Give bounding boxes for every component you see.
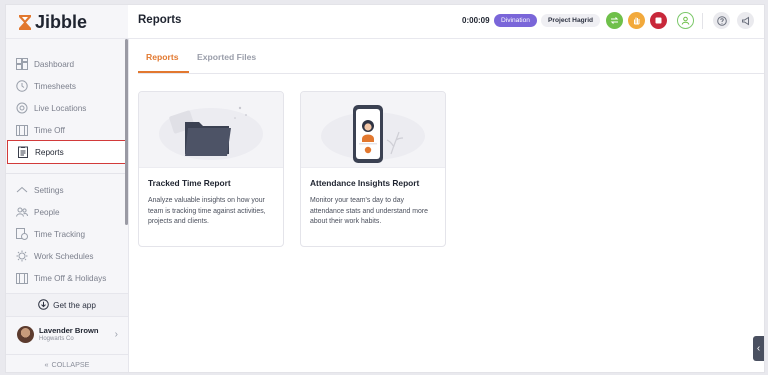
question-icon	[716, 15, 727, 26]
sidebar-item-dashboard[interactable]: Dashboard	[14, 54, 122, 74]
time-tracking-icon	[16, 228, 28, 240]
chevron-left-icon: ‹	[756, 343, 761, 354]
dashboard-icon	[16, 58, 28, 70]
page-title: Reports	[138, 14, 182, 26]
sidebar: Jibble Dashboard Timesheets Live Locatio…	[6, 5, 129, 372]
folder-illustration	[139, 92, 283, 168]
hourglass-logo-icon	[19, 14, 31, 30]
divider	[6, 38, 128, 39]
sidebar-item-people[interactable]: People	[14, 202, 122, 222]
get-app-label: Get the app	[53, 300, 96, 310]
card-title: Tracked Time Report	[148, 178, 231, 188]
chevron-up-icon	[16, 184, 28, 196]
collapse-sidebar-button[interactable]: « COLLAPSE	[6, 354, 128, 372]
megaphone-icon	[741, 16, 749, 25]
user-organization: Hogwarts Co	[39, 336, 74, 342]
sidebar-item-label: Reports	[35, 147, 64, 157]
sidebar-item-live-locations[interactable]: Live Locations	[14, 98, 122, 118]
switch-icon	[610, 17, 619, 24]
sidebar-scrollbar[interactable]	[125, 39, 128, 225]
divider	[702, 13, 703, 29]
card-title: Attendance Insights Report	[310, 178, 420, 188]
sidebar-item-label: People	[34, 207, 60, 217]
report-card-attendance-insights[interactable]: Attendance Insights Report Monitor your …	[300, 91, 446, 247]
report-icon	[17, 146, 29, 158]
sidebar-item-reports[interactable]: Reports	[7, 140, 126, 164]
whats-new-button[interactable]	[737, 12, 754, 29]
download-icon	[38, 298, 49, 312]
tab-exported-files[interactable]: Exported Files	[197, 52, 256, 62]
break-button[interactable]	[628, 12, 645, 29]
switch-activity-button[interactable]	[606, 12, 623, 29]
active-tab-indicator	[138, 71, 189, 73]
app-name: Jibble	[35, 11, 88, 32]
sidebar-item-label: Time Tracking	[34, 229, 86, 239]
card-description: Analyze valuable insights on how your te…	[148, 197, 266, 225]
user-timer-button[interactable]	[677, 12, 694, 29]
sidebar-item-timesheets[interactable]: Timesheets	[14, 76, 122, 96]
app-window: Jibble Dashboard Timesheets Live Locatio…	[5, 4, 765, 373]
holiday-icon	[16, 272, 28, 284]
sidebar-item-label: Work Schedules	[34, 251, 94, 261]
avatar	[17, 325, 34, 343]
timer-display: 0:00:09	[462, 16, 490, 25]
activity-badge[interactable]: Divination	[494, 14, 537, 27]
sidebar-item-label: Live Locations	[34, 103, 87, 113]
collapse-label: COLLAPSE	[51, 359, 90, 369]
sidebar-item-time-tracking[interactable]: Time Tracking	[14, 224, 122, 244]
clock-icon	[16, 80, 28, 92]
project-badge[interactable]: Project Hagrid	[541, 14, 601, 27]
people-icon	[16, 206, 28, 218]
sidebar-item-label: Dashboard	[34, 59, 75, 69]
expand-panel-handle[interactable]: ‹	[753, 336, 764, 361]
card-description: Monitor your team's day to day attendanc…	[310, 197, 428, 225]
sidebar-item-time-off[interactable]: Time Off	[14, 120, 122, 140]
report-card-tracked-time[interactable]: Tracked Time Report Analyze valuable ins…	[138, 91, 284, 247]
top-header: Reports 0:00:09 Divination Project Hagri…	[128, 5, 764, 39]
divider	[6, 173, 128, 174]
schedule-icon	[16, 250, 28, 262]
help-button[interactable]	[713, 12, 730, 29]
hand-icon	[634, 17, 640, 25]
calendar-icon	[16, 124, 28, 136]
sidebar-item-settings[interactable]: Settings	[14, 180, 122, 200]
report-tabs: Reports Exported Files	[138, 43, 764, 74]
phone-illustration	[301, 92, 445, 168]
double-chevron-left-icon: «	[44, 359, 49, 369]
sidebar-item-label: Timesheets	[34, 81, 77, 91]
app-logo[interactable]: Jibble	[18, 12, 87, 32]
tab-reports[interactable]: Reports	[146, 52, 178, 62]
sidebar-item-work-schedules[interactable]: Work Schedules	[14, 246, 122, 266]
get-app-button[interactable]: Get the app	[6, 293, 128, 317]
stop-icon	[655, 17, 662, 24]
location-icon	[16, 102, 28, 114]
user-profile[interactable]: Lavender Brown Hogwarts Co ›	[6, 318, 128, 350]
chevron-right-icon: ›	[114, 328, 118, 340]
sidebar-item-label: Settings	[34, 185, 64, 195]
sidebar-item-time-off-holidays[interactable]: Time Off & Holidays	[14, 268, 122, 288]
sidebar-item-label: Time Off	[34, 125, 65, 135]
stop-timer-button[interactable]	[650, 12, 667, 29]
user-icon	[681, 16, 690, 25]
user-name: Lavender Brown	[39, 326, 99, 335]
sidebar-item-label: Time Off & Holidays	[34, 273, 107, 283]
